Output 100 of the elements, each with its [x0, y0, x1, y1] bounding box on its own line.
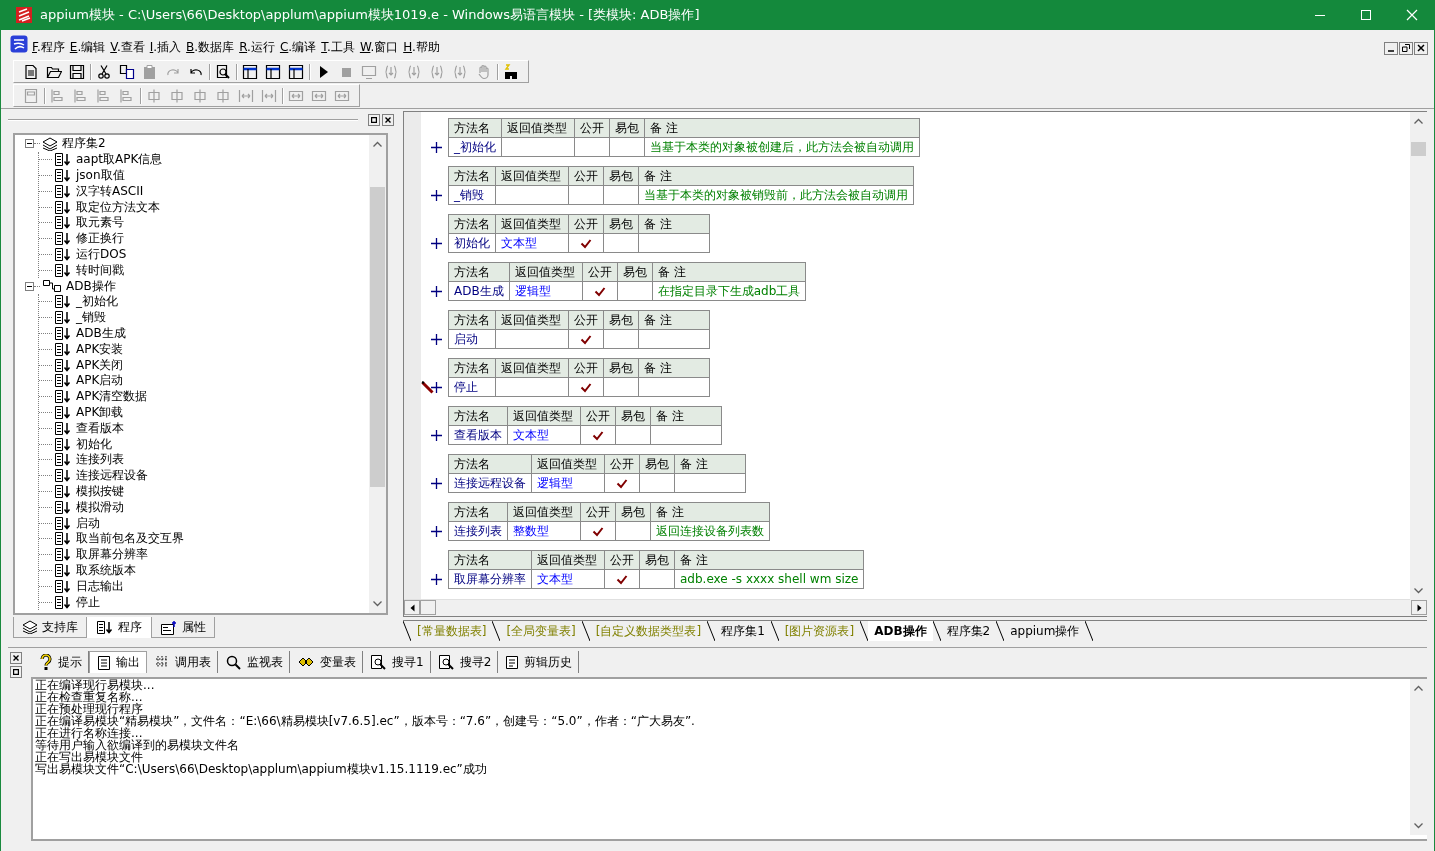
package-cell[interactable]: [639, 473, 675, 493]
tree-item[interactable]: APK卸载: [76, 403, 124, 421]
expand-plus-icon[interactable]: [430, 430, 442, 441]
return-type-cell[interactable]: 逻辑型: [509, 281, 583, 301]
menu-item[interactable]: R.运行: [239, 32, 280, 56]
package-cell[interactable]: [603, 233, 639, 253]
vertical-scrollbar[interactable]: [369, 135, 386, 613]
tree-item[interactable]: 初始化: [76, 435, 112, 453]
menu-item[interactable]: B.数据库: [186, 32, 240, 56]
panel-tab[interactable]: 搜寻2: [430, 651, 499, 673]
binoculars-icon[interactable]: [503, 63, 519, 80]
public-cell[interactable]: [580, 521, 616, 541]
expand-plus-icon[interactable]: [430, 574, 442, 585]
tree-item[interactable]: 汉字转ASCII: [76, 182, 144, 200]
expand-plus-icon[interactable]: [430, 238, 442, 249]
tree-item[interactable]: _初始化: [76, 293, 118, 311]
public-cell[interactable]: [604, 473, 640, 493]
menu-item[interactable]: F.程序: [32, 32, 70, 56]
editor-tab[interactable]: ADB操作: [868, 621, 933, 641]
method-name-cell[interactable]: 查看版本: [448, 425, 508, 445]
panel-tab[interactable]: 剪辑历史: [498, 651, 580, 673]
panel-tab[interactable]: 支持库: [13, 617, 87, 638]
document-search-icon[interactable]: [215, 63, 231, 80]
document-icon[interactable]: [23, 63, 39, 80]
tree-item[interactable]: APK启动: [76, 372, 124, 390]
tree-item[interactable]: 连接列表: [76, 451, 124, 469]
method-name-cell[interactable]: 连接远程设备: [448, 473, 532, 493]
scissors-icon[interactable]: [96, 63, 112, 80]
menu-item[interactable]: I.插入: [149, 32, 187, 56]
panel-tab[interactable]: 监视表: [218, 651, 290, 673]
tree-item[interactable]: 程序集2: [62, 135, 106, 153]
editor-tab[interactable]: [全局变量表]: [500, 621, 582, 641]
expand-plus-icon[interactable]: [430, 142, 442, 153]
scroll-left-button[interactable]: [404, 600, 420, 615]
editor-tab[interactable]: [常量数据表]: [411, 621, 493, 641]
scrollbar-thumb[interactable]: [370, 187, 385, 487]
menu-item[interactable]: E.编辑: [69, 32, 111, 56]
tree-item[interactable]: 取屏幕分辨率: [76, 546, 148, 564]
expand-plus-icon[interactable]: [430, 286, 442, 297]
public-cell[interactable]: [568, 377, 604, 397]
package-cell[interactable]: [617, 281, 653, 301]
return-type-cell[interactable]: [495, 185, 569, 205]
package-cell[interactable]: [615, 425, 651, 445]
tree-item[interactable]: 修正换行: [76, 230, 124, 248]
tree-item[interactable]: ADB生成: [76, 324, 126, 342]
remark-cell[interactable]: 在指定目录下生成adb工具: [652, 281, 806, 301]
restore-button[interactable]: [1399, 41, 1413, 55]
package-cell[interactable]: [603, 377, 639, 397]
panel-tab[interactable]: 变量表: [290, 651, 363, 673]
tree-item[interactable]: 连接远程设备: [76, 467, 148, 485]
floppy-disk-icon[interactable]: [69, 63, 85, 80]
method-name-cell[interactable]: 停止: [448, 377, 496, 397]
remark-cell[interactable]: 当基于本类的对象被创建后，此方法会被自动调用: [644, 137, 920, 157]
vertical-scrollbar[interactable]: [1410, 679, 1427, 835]
tree-item[interactable]: APK清空数据: [76, 388, 148, 406]
close-icon[interactable]: [1406, 9, 1418, 21]
return-type-cell[interactable]: 文本型: [495, 233, 569, 253]
method-name-cell[interactable]: 取屏幕分辨率: [448, 569, 532, 589]
method-name-cell[interactable]: ADB生成: [448, 281, 510, 301]
return-type-cell[interactable]: 文本型: [507, 425, 581, 445]
tree-item[interactable]: 模拟滑动: [76, 498, 124, 516]
panel-tab[interactable]: 属性: [151, 617, 215, 638]
expand-plus-icon[interactable]: [430, 190, 442, 201]
tree-item[interactable]: 取当前包名及交互界: [76, 530, 184, 548]
layout-icon[interactable]: [265, 63, 281, 80]
tree-item[interactable]: 取定位方法文本: [76, 198, 160, 216]
public-cell[interactable]: [604, 569, 640, 589]
collapse-toggle[interactable]: [25, 281, 34, 291]
panel-tab[interactable]: 输出: [89, 651, 147, 673]
expand-plus-icon[interactable]: [430, 478, 442, 489]
tree-item[interactable]: APK关闭: [76, 356, 124, 374]
expand-plus-icon[interactable]: [430, 526, 442, 537]
menu-item[interactable]: V.查看: [110, 32, 150, 56]
tree-item[interactable]: 运行DOS: [76, 246, 127, 263]
vertical-scrollbar[interactable]: [1410, 112, 1427, 600]
editor-tab[interactable]: 程序集2: [940, 621, 997, 641]
method-name-cell[interactable]: 启动: [448, 329, 496, 349]
menu-item[interactable]: H.帮助: [403, 32, 445, 56]
remark-cell[interactable]: adb.exe -s xxxx shell wm size: [674, 569, 864, 589]
tree-item[interactable]: 查看版本: [76, 419, 124, 437]
expand-plus-icon[interactable]: [430, 382, 442, 393]
restore-button[interactable]: [10, 666, 22, 678]
scrollbar-thumb[interactable]: [1411, 142, 1426, 156]
remark-cell[interactable]: [638, 233, 710, 253]
menu-item[interactable]: T.工具: [321, 32, 360, 56]
minimize-button[interactable]: [1384, 41, 1398, 55]
return-type-cell[interactable]: 逻辑型: [531, 473, 605, 493]
collapse-toggle[interactable]: [25, 139, 34, 149]
tree-item[interactable]: 停止: [76, 593, 100, 611]
tree-item[interactable]: 日志输出: [76, 577, 124, 595]
close-button[interactable]: [382, 113, 394, 126]
public-cell[interactable]: [568, 329, 604, 349]
method-name-cell[interactable]: 连接列表: [448, 521, 508, 541]
scrollbar-thumb[interactable]: [420, 600, 436, 615]
remark-cell[interactable]: [650, 425, 722, 445]
panel-tab[interactable]: 调用表: [147, 651, 218, 673]
method-name-cell[interactable]: 初始化: [448, 233, 496, 253]
tree-item[interactable]: 取系统版本: [76, 561, 136, 579]
return-type-cell[interactable]: 文本型: [531, 569, 605, 589]
editor-tab[interactable]: appium操作: [1004, 621, 1086, 641]
